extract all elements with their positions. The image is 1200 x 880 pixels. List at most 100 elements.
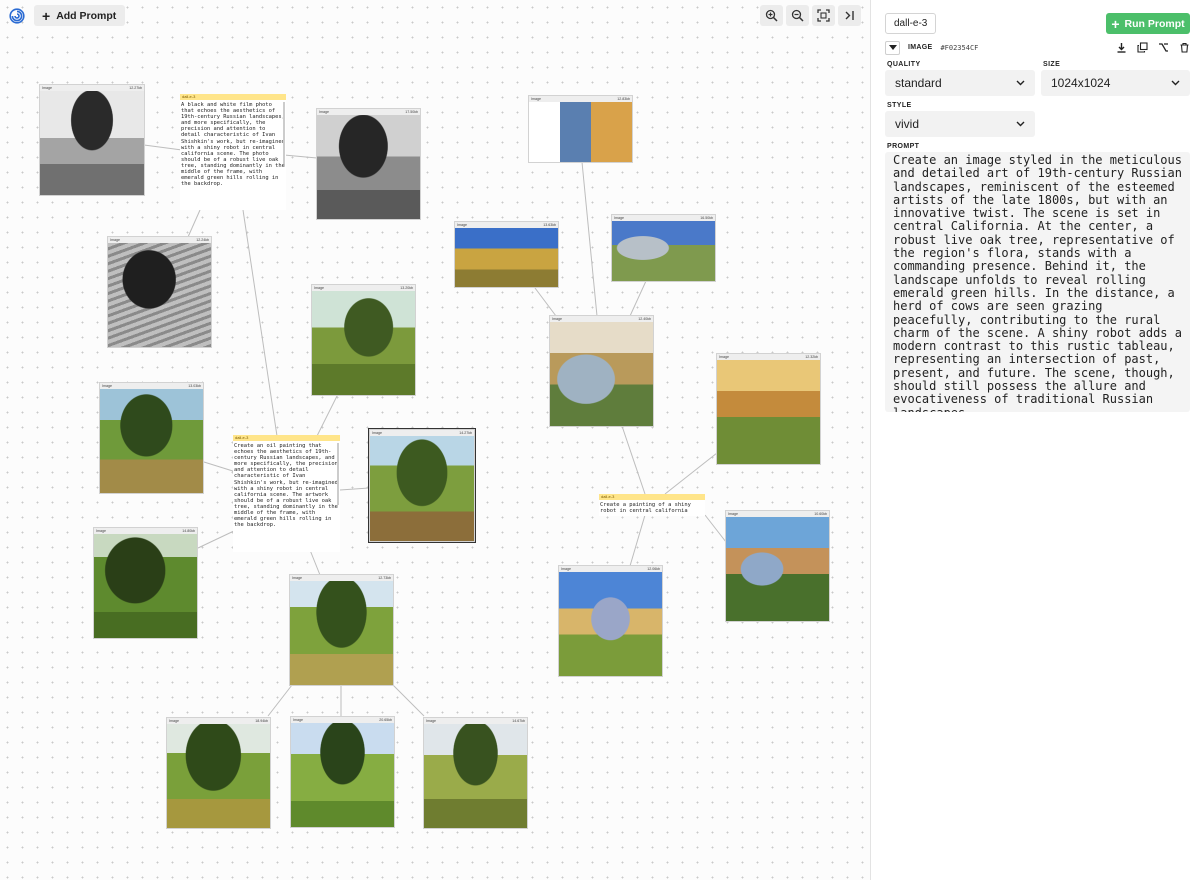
node-actions <box>1114 41 1191 55</box>
edge <box>664 452 718 495</box>
edge <box>283 154 318 159</box>
node-label: Image <box>110 238 120 242</box>
node-label: Image <box>319 110 329 114</box>
download-icon <box>1117 43 1125 53</box>
model-selector[interactable]: dall-e-3 <box>885 13 937 34</box>
image-node[interactable]: Image 13.63kb <box>454 221 559 288</box>
prompt-node[interactable]: dall-e-3 Create an oil painting that ech… <box>233 435 340 552</box>
image-node[interactable]: Image 12.06kb <box>558 565 663 677</box>
style-label: STYLE <box>887 102 912 109</box>
edge <box>392 684 425 717</box>
node-size: 10.60kb <box>814 512 827 516</box>
node-label: Image <box>561 567 571 571</box>
image-node-selected[interactable]: Image 14.27kb <box>368 428 476 543</box>
toggle-panel-button[interactable] <box>838 5 861 26</box>
node-label: Image <box>719 355 729 359</box>
node-label: Image <box>314 286 324 290</box>
generated-image <box>726 517 829 621</box>
node-info-row: IMAGE #F02354CF <box>885 40 1191 55</box>
branch-button[interactable] <box>1156 41 1170 55</box>
flow-canvas[interactable]: + Add Prompt Image 12.27kb Image 17.50kb… <box>0 0 870 880</box>
generated-image <box>291 723 394 827</box>
chevron-down-icon <box>1171 80 1180 86</box>
image-node[interactable]: Image 10.60kb <box>725 510 830 622</box>
collapse-button[interactable] <box>885 40 900 55</box>
node-size: 16.50kb <box>700 216 713 220</box>
image-node[interactable]: Image 20.65kb <box>290 716 395 828</box>
node-size: 12.40kb <box>638 317 651 321</box>
edge <box>621 425 646 495</box>
generated-image <box>424 724 527 828</box>
size-value: 1024x1024 <box>1051 76 1111 90</box>
prompt-label: PROMPT <box>887 143 920 150</box>
image-node[interactable]: Image 12.24kb <box>107 236 212 348</box>
generated-image <box>370 436 474 541</box>
prompt-node-scrollbar[interactable] <box>337 443 339 505</box>
node-label: Image <box>102 384 112 388</box>
node-label: Image <box>292 576 302 580</box>
node-size: 12.24kb <box>196 238 209 242</box>
prompt-textarea[interactable]: Create an image styled in the meticulous… <box>885 152 1190 412</box>
zoom-out-button[interactable] <box>786 5 809 26</box>
delete-button[interactable] <box>1177 41 1191 55</box>
image-node[interactable]: Image 17.50kb <box>316 108 421 220</box>
image-node[interactable]: Image 12.40kb <box>549 315 654 427</box>
image-node[interactable]: Image 13.03kb <box>99 382 204 494</box>
size-label: SIZE <box>1043 61 1061 68</box>
style-select[interactable]: vivid <box>885 111 1035 137</box>
node-size: 12.06kb <box>647 567 660 571</box>
node-size: 17.50kb <box>405 110 418 114</box>
edge <box>203 461 237 473</box>
collapse-right-icon <box>845 11 854 20</box>
quality-select[interactable]: standard <box>885 70 1035 96</box>
image-node[interactable]: Image 12.32kb <box>716 353 821 465</box>
canvas-toolbar-left: + Add Prompt <box>8 5 126 26</box>
image-node[interactable]: Image 12.73kb <box>289 574 394 686</box>
image-node[interactable]: Image 18.94kb <box>166 717 271 829</box>
edge <box>197 529 237 549</box>
node-label: Image <box>96 529 106 533</box>
prompt-node-scrollbar[interactable] <box>283 102 285 164</box>
node-size: 12.27kb <box>129 86 142 90</box>
prompt-node[interactable]: dall-e-3 Create a painting of a shiny ro… <box>599 494 705 516</box>
edge <box>314 395 338 441</box>
generated-image <box>455 228 558 287</box>
generated-image <box>559 572 662 676</box>
run-prompt-button[interactable]: + Run Prompt <box>1106 13 1190 34</box>
app-logo-icon <box>8 7 26 25</box>
add-prompt-button[interactable]: + Add Prompt <box>34 5 126 26</box>
prompt-node[interactable]: dall-e-3 A black and white film photo th… <box>180 94 286 210</box>
prompt-node-text: A black and white film photo that echoes… <box>181 102 285 188</box>
image-node[interactable]: Image 12.27kb <box>39 84 145 196</box>
app-root: + Add Prompt Image 12.27kb Image 17.50kb… <box>0 0 1200 880</box>
node-size: 12.83kb <box>617 97 630 101</box>
fit-view-button[interactable] <box>812 5 835 26</box>
generated-image <box>290 581 393 685</box>
edge <box>267 684 293 717</box>
edge <box>339 487 370 491</box>
prompt-node-text: Create an oil painting that echoes the a… <box>234 443 338 529</box>
image-node[interactable]: Image 13.20kb <box>311 284 416 396</box>
generated-image <box>312 291 415 395</box>
image-node[interactable]: Image 16.50kb <box>611 214 716 282</box>
plus-icon: + <box>1111 15 1120 32</box>
generated-image <box>167 724 270 828</box>
add-prompt-label: Add Prompt <box>56 9 117 22</box>
download-button[interactable] <box>1114 41 1128 55</box>
edge <box>309 549 321 576</box>
duplicate-button[interactable] <box>1135 41 1149 55</box>
image-node[interactable]: Image 12.83kb <box>528 95 633 163</box>
branch-icon <box>1158 43 1168 52</box>
node-label: Image <box>293 718 303 722</box>
node-label: Image <box>372 431 382 435</box>
node-type-label: IMAGE <box>908 44 933 51</box>
node-label: Image <box>426 719 436 723</box>
copy-icon <box>1136 42 1148 53</box>
node-size: 12.32kb <box>805 355 818 359</box>
size-select[interactable]: 1024x1024 <box>1041 70 1190 96</box>
node-size: 13.03kb <box>188 384 201 388</box>
image-node[interactable]: Image 14.67kb <box>423 717 528 829</box>
image-node[interactable]: Image 14.80kb <box>93 527 198 639</box>
edge <box>629 514 646 567</box>
zoom-in-button[interactable] <box>760 5 783 26</box>
